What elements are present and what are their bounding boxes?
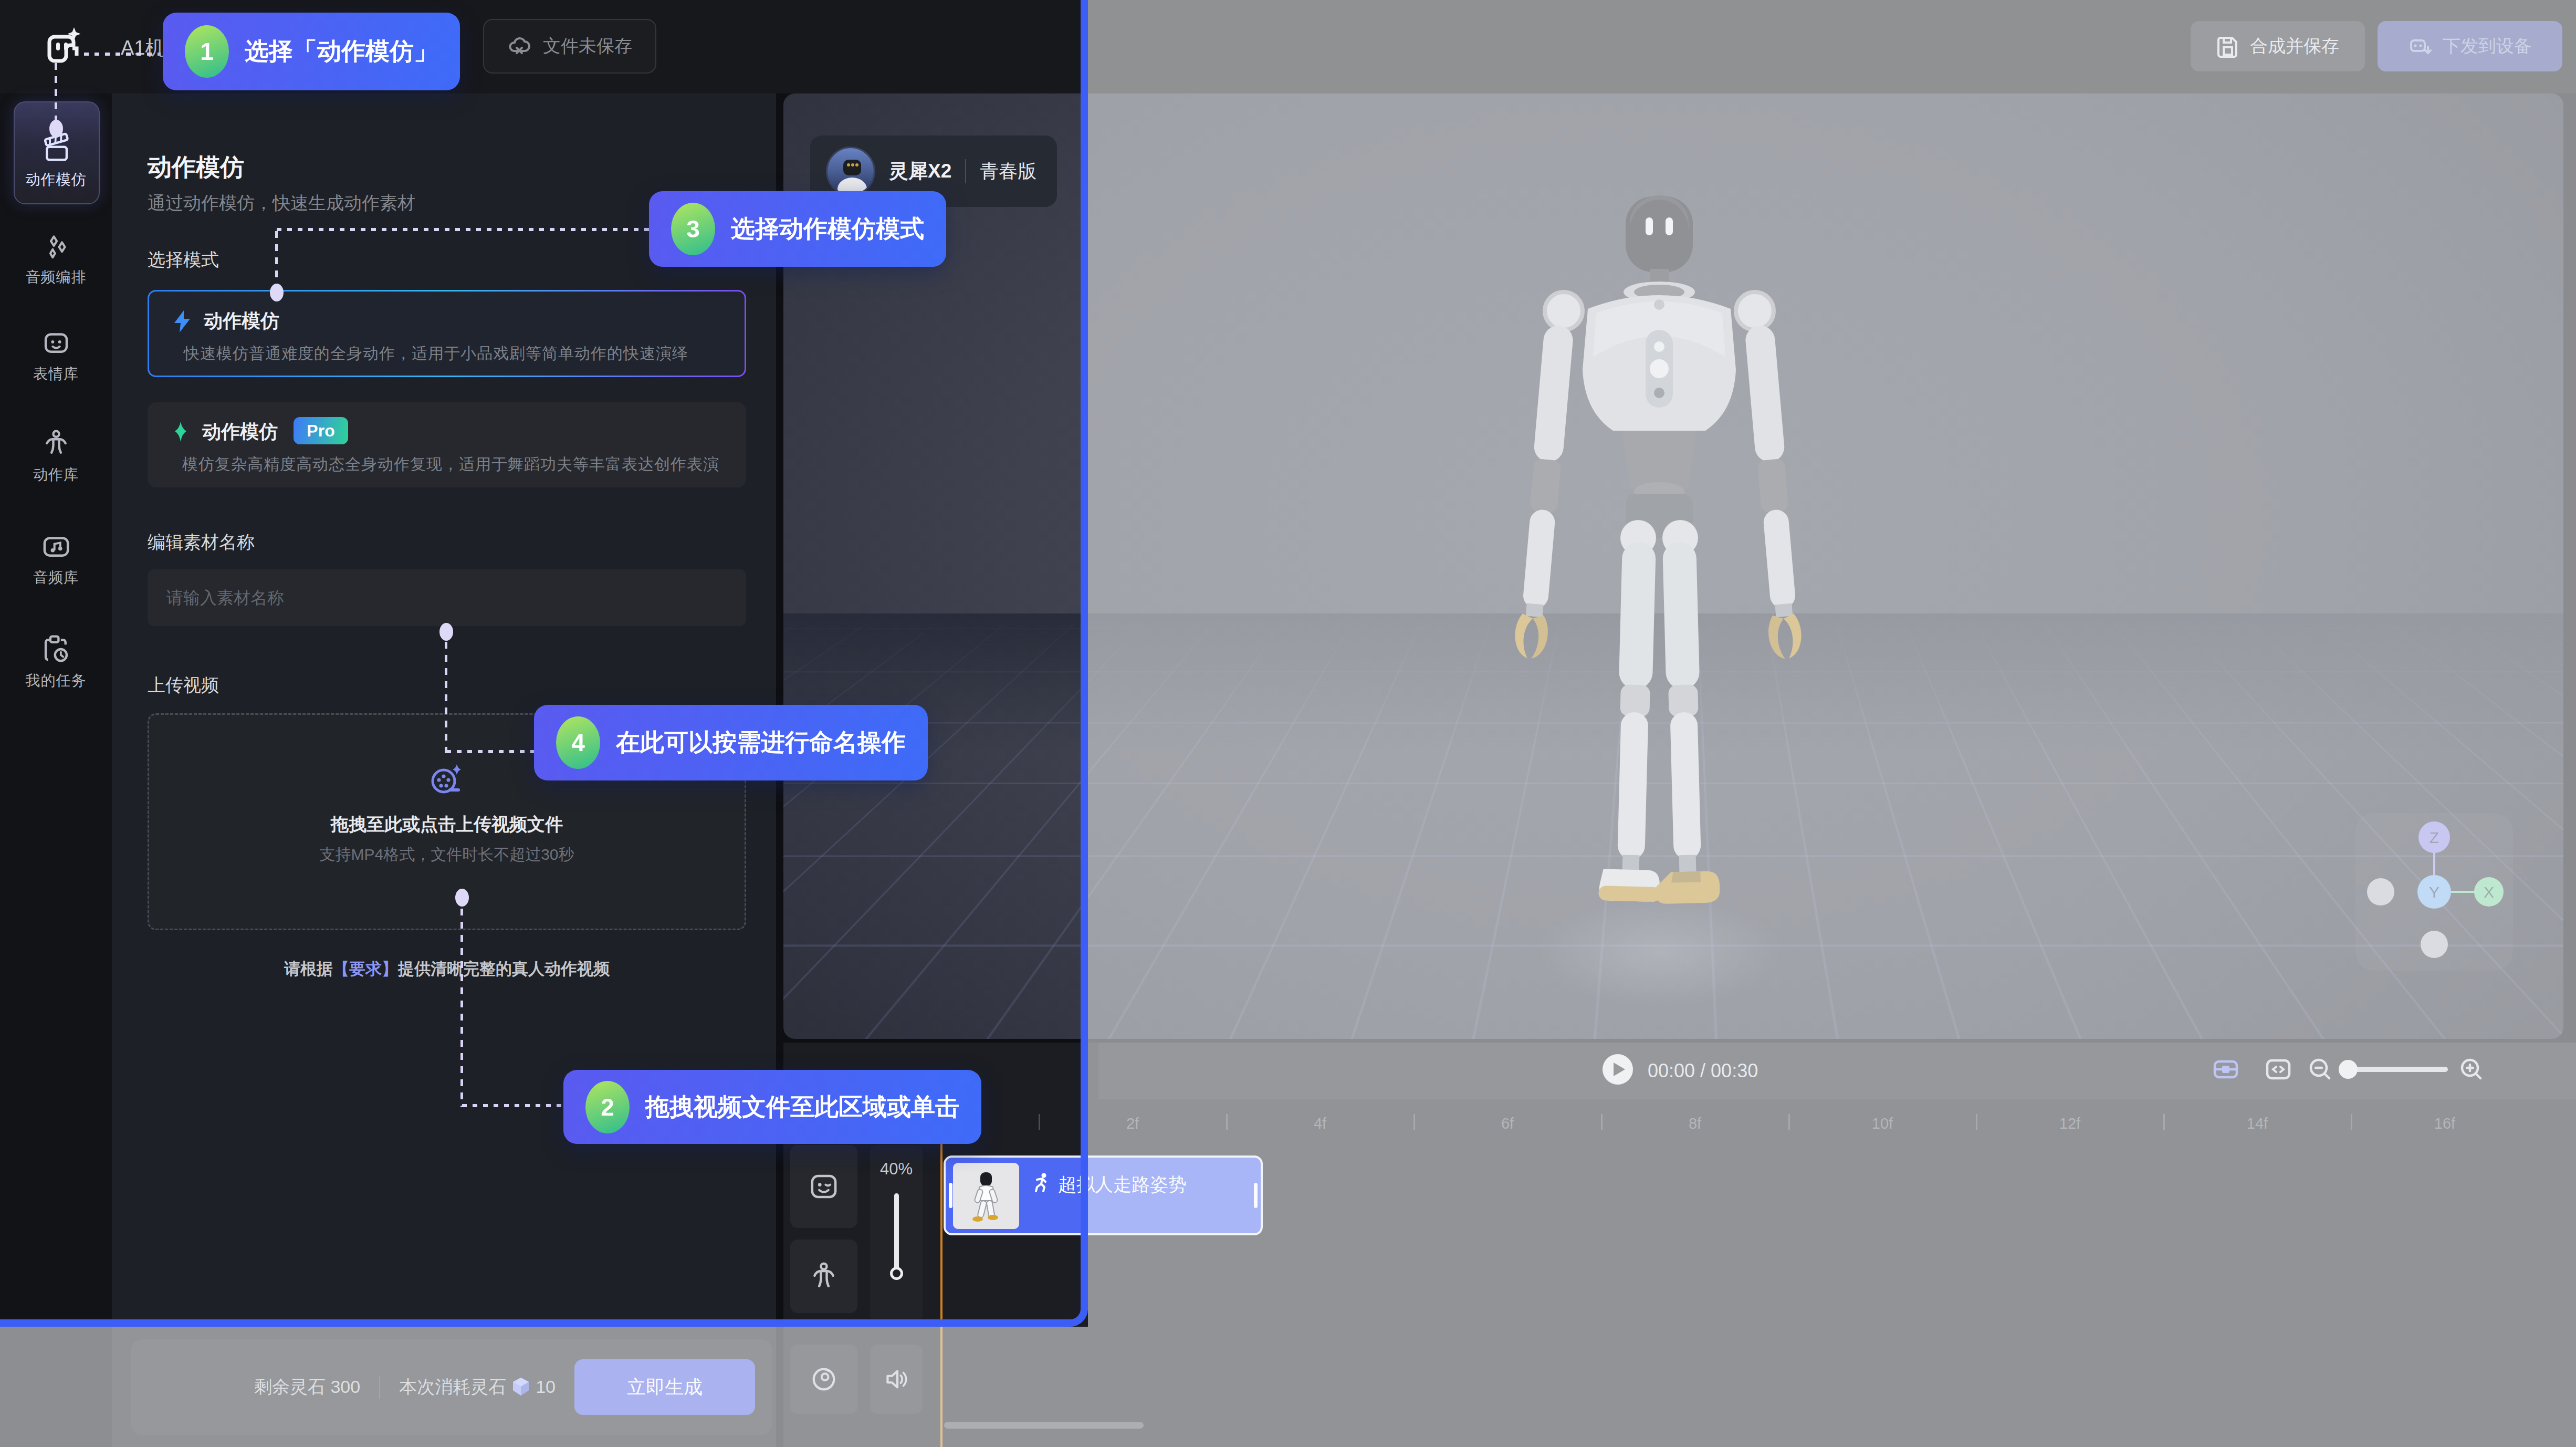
mode-section-label: 选择模式 — [148, 248, 219, 272]
step-number: 4 — [556, 716, 600, 769]
project-title: A1机 — [121, 35, 165, 61]
panel-subtitle: 通过动作模仿，快速生成动作素材 — [148, 191, 415, 215]
sidebar-label: 动作库 — [0, 465, 112, 485]
hint-suffix: 提供清晰完整的真人动作视频 — [398, 960, 610, 978]
connector-step4-dot — [439, 623, 453, 641]
material-name-input[interactable] — [148, 569, 746, 626]
sidebar-label: 动作模仿 — [0, 170, 112, 190]
lightning-icon — [170, 309, 194, 334]
clip-left-handle[interactable] — [949, 1183, 952, 1208]
unsaved-label: 文件未保存 — [543, 34, 632, 58]
hint-requirement-link[interactable]: 【要求】 — [333, 960, 398, 978]
robot-name: 灵犀X2 — [889, 158, 951, 184]
mode-card-pro[interactable]: 动作模仿 Pro 模仿复杂高精度高动态全身动作复现，适用于舞蹈功夫等丰富表达创作… — [148, 402, 746, 487]
step-text: 选择动作模仿模式 — [731, 213, 924, 245]
step-text: 在此可以按需进行命名操作 — [616, 726, 906, 759]
dim-overlay-right — [1088, 0, 2576, 1447]
track-zoom-column[interactable]: 40% — [870, 1145, 923, 1323]
connector-step1-v — [55, 63, 57, 122]
sidebar-item-motion-mimic[interactable]: 动作模仿 — [0, 132, 112, 190]
sidebar-item-action-library[interactable]: 动作库 — [0, 427, 112, 485]
robot-edition: 青春版 — [980, 159, 1036, 184]
film-reel-icon — [427, 760, 467, 800]
pro-badge: Pro — [294, 417, 348, 444]
step-text: 选择「动作模仿」 — [245, 35, 438, 68]
face-wink-icon — [808, 1170, 840, 1203]
clip-thumbnail — [953, 1163, 1019, 1229]
sidebar-item-expression-library[interactable]: 表情库 — [0, 326, 112, 384]
sidebar-label: 表情库 — [0, 364, 112, 384]
running-person-icon — [1031, 1172, 1052, 1193]
expression-track-button[interactable] — [790, 1145, 857, 1228]
tour-step-4: 4 在此可以按需进行命名操作 — [534, 705, 928, 780]
upload-section-label: 上传视频 — [148, 673, 219, 698]
connector-step1-h — [84, 53, 161, 56]
mode-desc: 快速模仿普通难度的全身动作，适用于小品戏剧等简单动作的快速演绎 — [184, 343, 688, 365]
connector-step2-v — [460, 909, 463, 1107]
action-track-button[interactable] — [790, 1240, 857, 1313]
robot-face-icon — [40, 326, 72, 359]
sidebar: 动作模仿 音频编排 表情库 动作库 音频库 — [0, 93, 112, 1447]
task-list-icon — [40, 633, 72, 665]
connector-step3-h — [277, 228, 649, 231]
connector-step2-dot — [455, 889, 469, 907]
connector-step3-v — [275, 231, 278, 290]
file-unsaved-status[interactable]: 文件未保存 — [483, 19, 656, 74]
sparkles-icon — [40, 230, 72, 262]
cloud-icon — [507, 34, 531, 58]
connector-step1-dot — [49, 120, 63, 138]
panel-title: 动作模仿 — [148, 151, 244, 184]
hint-prefix: 请根据 — [284, 960, 333, 978]
person-icon — [808, 1260, 840, 1293]
zoom-percent-label: 40% — [870, 1160, 923, 1179]
step-text: 拖拽视频文件至此区域或单击 — [645, 1091, 959, 1123]
sidebar-item-audio-arrange[interactable]: 音频编排 — [0, 230, 112, 287]
divider — [965, 159, 966, 183]
upload-hint: 请根据【要求】提供清晰完整的真人动作视频 — [148, 958, 746, 980]
connector-step4-v — [445, 642, 447, 753]
step-number: 2 — [585, 1081, 630, 1133]
upload-title: 拖拽至此或点击上传视频文件 — [149, 813, 745, 837]
vertical-slider-thumb[interactable] — [890, 1267, 903, 1280]
step-number: 1 — [185, 25, 229, 78]
sidebar-item-my-tasks[interactable]: 我的任务 — [0, 633, 112, 691]
tour-step-1: 1 选择「动作模仿」 — [163, 13, 460, 90]
mode-card-standard[interactable]: 动作模仿 快速模仿普通难度的全身动作，适用于小品戏剧等简单动作的快速演绎 — [148, 290, 746, 377]
mode-title: 动作模仿 — [204, 308, 279, 334]
connector-step3-dot — [270, 284, 284, 301]
robot-avatar — [826, 147, 875, 196]
material-name-label: 编辑素材名称 — [148, 530, 255, 555]
upload-subtitle: 支持MP4格式，文件时长不超过30秒 — [149, 844, 745, 866]
step-number: 3 — [671, 203, 715, 255]
tour-step-2: 2 拖拽视频文件至此区域或单击 — [563, 1070, 981, 1144]
music-card-icon — [40, 530, 72, 563]
app-logo-icon — [44, 25, 84, 67]
sparkle-icon — [169, 420, 193, 444]
mode-desc: 模仿复杂高精度高动态全身动作复现，适用于舞蹈功夫等丰富表达创作表演 — [182, 454, 719, 475]
sidebar-label: 音频库 — [0, 568, 112, 588]
mode-title: 动作模仿 — [202, 419, 278, 445]
sidebar-label: 我的任务 — [0, 671, 112, 691]
tour-step-3: 3 选择动作模仿模式 — [649, 191, 946, 267]
connector-step4-h — [446, 750, 536, 753]
connector-step2-h — [462, 1104, 565, 1107]
vertical-slider-track[interactable] — [894, 1193, 899, 1272]
person-icon — [40, 427, 72, 460]
sidebar-item-audio-library[interactable]: 音频库 — [0, 530, 112, 588]
dim-overlay-bottom — [0, 1327, 1088, 1447]
sidebar-label: 音频编排 — [0, 267, 112, 287]
